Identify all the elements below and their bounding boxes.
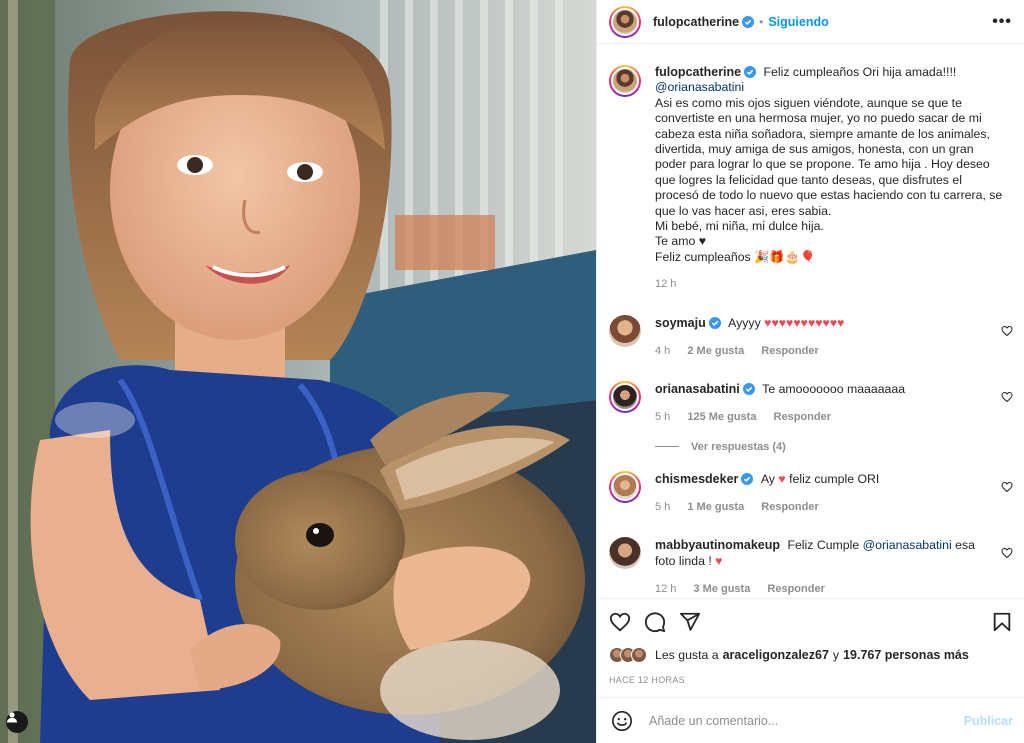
post-timestamp[interactable]: HACE 12 HORAS [609, 675, 1013, 685]
verified-badge-icon [742, 15, 755, 28]
reply-button[interactable]: Responder [761, 501, 818, 513]
more-options-icon[interactable]: ••• [992, 13, 1012, 31]
photo-illustration [0, 0, 596, 743]
likes-summary: Les gusta a araceligonzalez67 y 19.767 p… [609, 647, 1013, 663]
comments-list[interactable]: fulopcatherine Feliz cumpleaños Ori hija… [597, 45, 1024, 598]
reply-button[interactable]: Responder [767, 583, 824, 595]
post-caption: fulopcatherine Feliz cumpleaños Ori hija… [609, 45, 1013, 293]
comment-meta: 4 h 2 Me gusta Responder [655, 343, 995, 359]
publish-button[interactable]: Publicar [964, 714, 1013, 728]
comment-text: Ayyyy [728, 315, 761, 330]
comment-item: orianasabatini Te amooooooo maaaaaaa 5 h… [609, 380, 1013, 425]
following-button[interactable]: Siguiendo [768, 15, 828, 29]
comment-likes[interactable]: 2 Me gusta [687, 345, 744, 357]
comment-item: soymaju Ayyyy ♥♥♥♥♥♥♥♥♥♥♥ 4 h 2 Me gusta… [609, 314, 1013, 359]
comment-item: chismesdeker Ay ♥ feliz cumple ORI 5 h 1… [609, 470, 1013, 515]
header-separator: • [759, 14, 764, 29]
likes-prefix: Les gusta a [655, 648, 719, 662]
comment-time[interactable]: 4 h [655, 345, 670, 357]
post-actions: Les gusta a araceligonzalez67 y 19.767 p… [597, 598, 1024, 685]
likes-count[interactable]: 19.767 personas más [843, 648, 969, 662]
commenter-username[interactable]: soymaju [655, 316, 706, 330]
add-comment-bar: Publicar [597, 697, 1024, 743]
like-comment-heart-icon[interactable] [1001, 391, 1013, 403]
comment-meta: 5 h 125 Me gusta Responder [655, 409, 995, 425]
reply-button[interactable]: Responder [761, 345, 818, 357]
post-photo[interactable] [0, 0, 596, 743]
comment-time[interactable]: 5 h [655, 501, 670, 513]
comment-time[interactable]: 12 h [655, 583, 676, 595]
comment-text-pre: Ay [760, 471, 775, 486]
view-replies-label: Ver respuestas (4) [691, 440, 786, 453]
caption-author-avatar[interactable] [609, 65, 641, 97]
replies-divider [655, 446, 679, 448]
comment-likes[interactable]: 3 Me gusta [693, 583, 750, 595]
action-icons-row [609, 599, 1013, 645]
verified-badge-icon [742, 382, 755, 395]
comment-heart-emoji: ♥ [715, 553, 723, 568]
like-comment-heart-icon[interactable] [1001, 481, 1013, 493]
caption-intro: Feliz cumpleaños Ori hija amada!!!! [763, 65, 957, 79]
commenter-avatar[interactable] [609, 470, 641, 503]
comment-text-pre: Feliz Cumple [787, 537, 860, 552]
caption-author-username[interactable]: fulopcatherine [655, 65, 741, 79]
caption-line3: Te amo ♥ [655, 234, 707, 249]
share-paper-plane-icon[interactable] [679, 611, 701, 633]
likes-connector: y [832, 648, 840, 662]
commenter-avatar[interactable] [609, 314, 641, 347]
comment-text-post: feliz cumple ORI [789, 471, 880, 486]
like-comment-heart-icon[interactable] [1001, 325, 1013, 337]
comment-text: Te amooooooo maaaaaaa [762, 381, 906, 396]
caption-line4: Feliz cumpleaños 🎉🎁🎂🎈 [655, 249, 816, 264]
commenter-username[interactable]: mabbyautinomakeup [655, 538, 780, 552]
view-replies-button[interactable]: Ver respuestas (4) [655, 441, 1013, 453]
comment-item: mabbyautinomakeup Feliz Cumple @orianasa… [609, 536, 1013, 597]
comment-bubble-icon[interactable] [644, 611, 666, 633]
verified-badge-icon [744, 66, 757, 78]
post-header: fulopcatherine • Siguiendo ••• [597, 0, 1024, 44]
comment-hearts: ♥♥♥♥♥♥♥♥♥♥♥ [764, 315, 845, 330]
comment-input[interactable] [649, 713, 964, 728]
like-comment-heart-icon[interactable] [1001, 547, 1013, 559]
comment-likes[interactable]: 1 Me gusta [687, 501, 744, 513]
caption-text: Asi es como mis ojos siguen viéndote, au… [655, 95, 1003, 218]
caption-time[interactable]: 12 h [655, 277, 1007, 292]
author-username[interactable]: fulopcatherine [653, 15, 739, 29]
tagged-user-icon[interactable] [6, 711, 28, 733]
comment-meta: 12 h 3 Me gusta Responder [655, 581, 995, 597]
comment-meta: 5 h 1 Me gusta Responder [655, 499, 995, 515]
save-bookmark-icon[interactable] [991, 611, 1013, 633]
commenter-username[interactable]: chismesdeker [655, 472, 738, 486]
commenter-username[interactable]: orianasabatini [655, 382, 740, 396]
post-side-panel: fulopcatherine • Siguiendo ••• fulopcath… [596, 0, 1024, 743]
verified-badge-icon [741, 472, 754, 485]
reply-button[interactable]: Responder [774, 411, 831, 423]
liker-avatars[interactable] [609, 647, 647, 663]
author-avatar[interactable] [609, 5, 641, 38]
comment-mention[interactable]: @orianasabatini [863, 538, 952, 552]
comment-time[interactable]: 5 h [655, 411, 670, 423]
verified-badge-icon [708, 316, 721, 329]
comment-heart-emoji: ♥ [778, 471, 786, 486]
like-heart-icon[interactable] [609, 611, 631, 633]
caption-mention[interactable]: @orianasabatini [655, 80, 744, 94]
caption-line2: Mi bebé, mi niña, mi dulce hija. [655, 219, 824, 234]
liker-username[interactable]: araceligonzalez67 [723, 648, 829, 662]
emoji-smiley-icon[interactable] [611, 710, 633, 732]
commenter-avatar[interactable] [609, 536, 641, 569]
comment-likes[interactable]: 125 Me gusta [687, 411, 756, 423]
commenter-avatar[interactable] [609, 380, 641, 413]
